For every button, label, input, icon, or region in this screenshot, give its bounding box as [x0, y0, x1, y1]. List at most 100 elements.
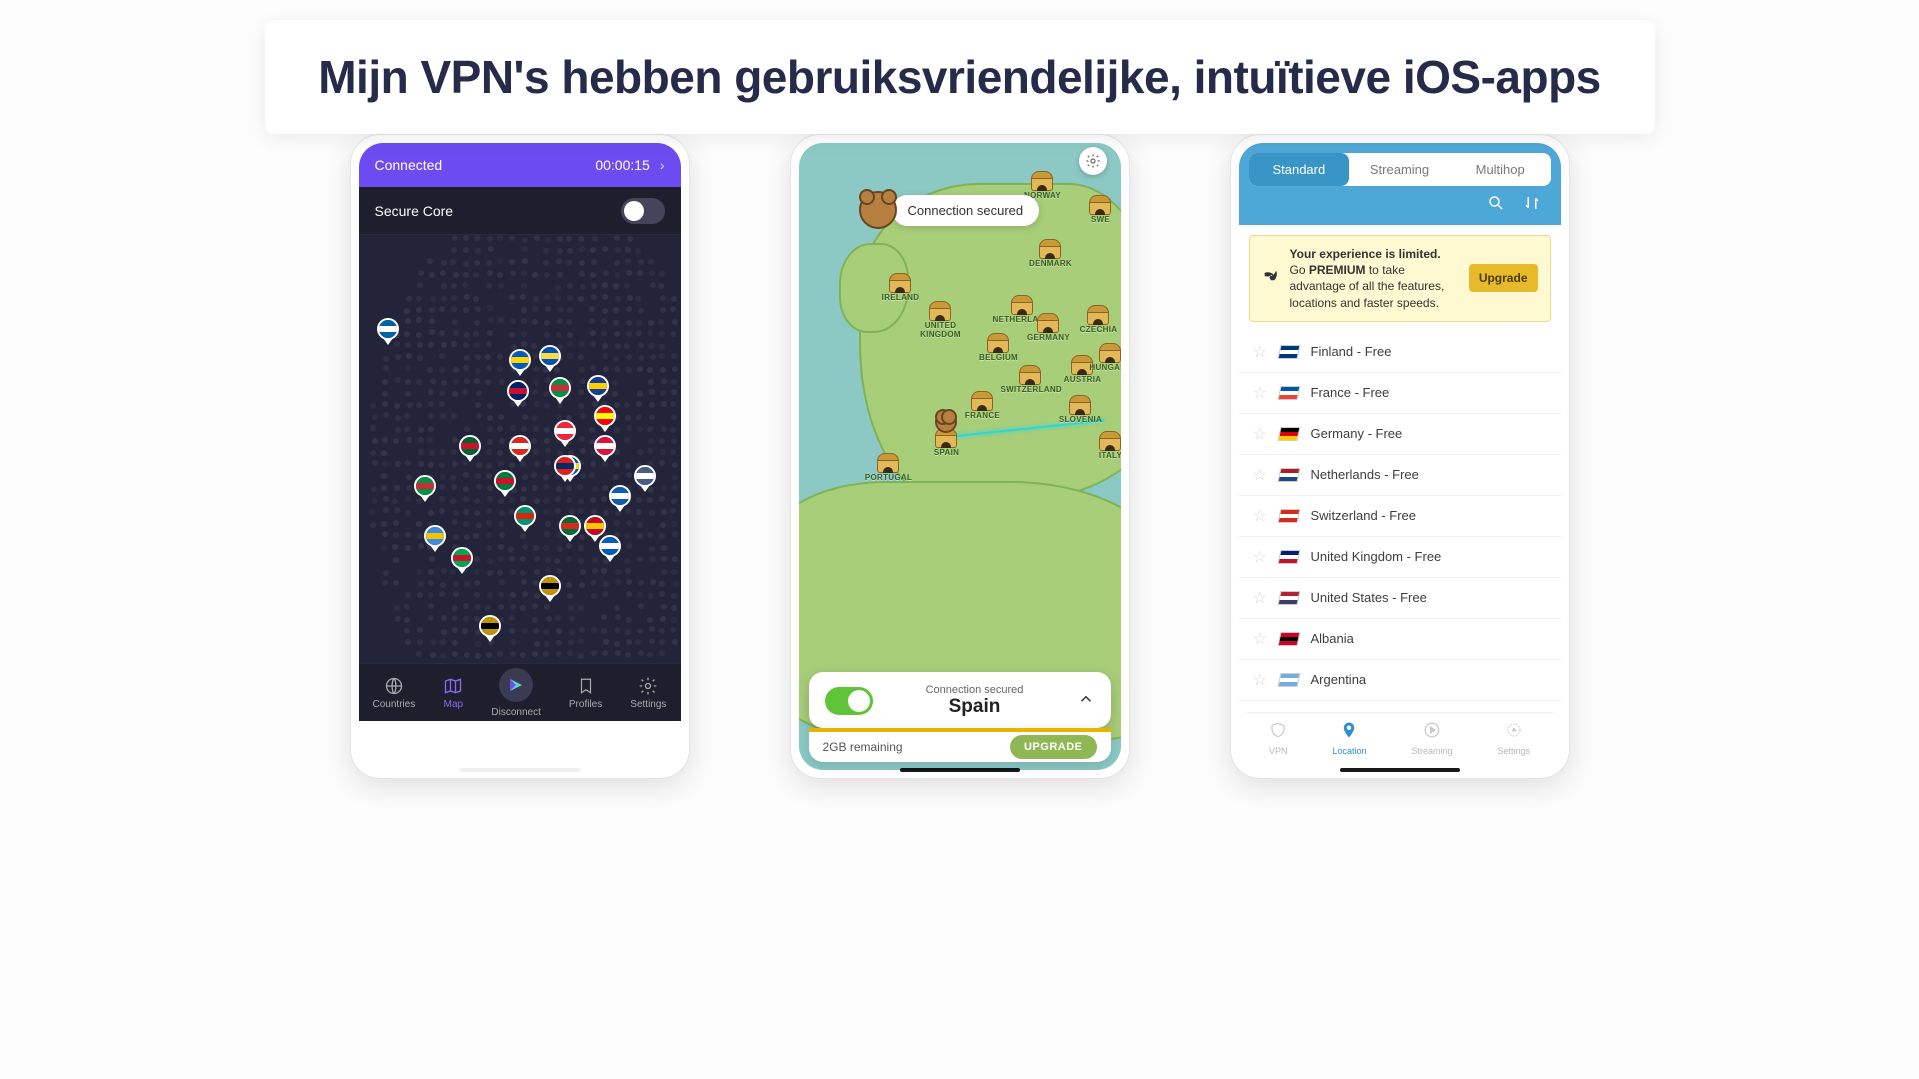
country-pin[interactable] [559, 515, 581, 543]
tunnel-portugal[interactable] [877, 453, 899, 471]
country-pin[interactable] [554, 420, 576, 448]
favorite-star-icon[interactable]: ☆ [1253, 424, 1267, 444]
connection-toggle[interactable] [825, 687, 873, 715]
nav-location[interactable]: Location [1332, 721, 1366, 756]
country-pin[interactable] [594, 405, 616, 433]
country-pin[interactable] [451, 547, 473, 575]
tunnel-hun[interactable] [1099, 343, 1121, 361]
tunnel-slovenia[interactable] [1069, 395, 1091, 413]
home-indicator [900, 768, 1020, 772]
search-icon[interactable] [1487, 194, 1505, 217]
country-pin[interactable] [539, 345, 561, 373]
country-pin[interactable] [459, 435, 481, 463]
tunnel-uk[interactable] [929, 301, 951, 319]
country-pin[interactable] [479, 615, 501, 643]
list-item[interactable]: ☆Finland - Free [1239, 332, 1561, 373]
country-pin[interactable] [599, 535, 621, 563]
tunnel-norway[interactable] [1031, 171, 1053, 189]
country-pin[interactable] [634, 465, 656, 493]
favorite-star-icon[interactable]: ☆ [1253, 547, 1267, 567]
tab-multihop[interactable]: Multihop [1450, 153, 1551, 186]
nav-streaming[interactable]: Streaming [1411, 721, 1452, 756]
country-pin[interactable] [514, 505, 536, 533]
tab-standard[interactable]: Standard [1249, 153, 1350, 186]
nav-profiles-label: Profiles [569, 699, 602, 710]
rocket-icon [1262, 267, 1280, 290]
page-title: Mijn VPN's hebben gebruiksvriendelijke, … [305, 50, 1615, 104]
secure-core-toggle[interactable] [621, 198, 665, 224]
country-pin[interactable] [554, 455, 576, 483]
country-pin[interactable] [609, 485, 631, 513]
country-name-label: Netherlands - Free [1311, 467, 1419, 482]
favorite-star-icon[interactable]: ☆ [1253, 465, 1267, 485]
favorite-star-icon[interactable]: ☆ [1253, 506, 1267, 526]
nav-vpn[interactable]: VPN [1269, 721, 1288, 756]
favorite-star-icon[interactable]: ☆ [1253, 670, 1267, 690]
country-pin[interactable] [509, 349, 531, 377]
map-label-spain: SPAIN [917, 448, 977, 457]
country-pin[interactable] [414, 475, 436, 503]
sort-icon[interactable] [1523, 194, 1541, 217]
nav-settings[interactable]: Settings [1497, 721, 1530, 756]
proton-bottom-nav: Countries Map Disconnect [359, 663, 681, 721]
country-pin[interactable] [494, 470, 516, 498]
connected-bar[interactable]: Connected 00:00:15 › [359, 143, 681, 187]
country-pin[interactable] [509, 435, 531, 463]
secure-core-row[interactable]: Secure Core [359, 187, 681, 235]
nav-disconnect[interactable]: Disconnect [491, 668, 540, 718]
favorite-star-icon[interactable]: ☆ [1253, 342, 1267, 362]
country-pin[interactable] [377, 318, 399, 346]
nav-profiles[interactable]: Profiles [569, 676, 602, 710]
hideme-header: Standard Streaming Multihop [1239, 143, 1561, 225]
country-pin[interactable] [507, 380, 529, 408]
list-item[interactable]: ☆ Netherlands - Free [1239, 455, 1561, 496]
tunnel-italy[interactable] [1099, 431, 1121, 449]
tunnel-swe[interactable] [1089, 195, 1111, 213]
proton-map[interactable] [359, 235, 681, 663]
country-pin[interactable] [539, 575, 561, 603]
nav-map-label: Map [444, 699, 463, 710]
promo-upgrade-button[interactable]: Upgrade [1469, 264, 1538, 292]
list-item[interactable]: ☆United States - Free [1239, 578, 1561, 619]
favorite-star-icon[interactable]: ☆ [1253, 383, 1267, 403]
phone-hideme: Standard Streaming Multihop [1230, 134, 1570, 779]
country-pin[interactable] [594, 435, 616, 463]
favorite-star-icon[interactable]: ☆ [1253, 629, 1267, 649]
tab-streaming[interactable]: Streaming [1349, 153, 1450, 186]
map-label-belgium: BELGIUM [969, 353, 1029, 362]
map-label-swe: SWE [1071, 215, 1121, 224]
flag-icon [1277, 386, 1300, 400]
connected-label: Connected [375, 157, 443, 173]
tunnel-france[interactable] [971, 391, 993, 409]
country-pin[interactable] [587, 375, 609, 403]
list-item[interactable]: ☆Albania [1239, 619, 1561, 660]
nav-countries[interactable]: Countries [373, 676, 416, 710]
upgrade-button[interactable]: UPGRADE [1010, 735, 1097, 759]
country-pin[interactable] [549, 377, 571, 405]
tunnel-czech[interactable] [1087, 305, 1109, 323]
connection-card[interactable]: Connection secured Spain [809, 672, 1111, 728]
map-icon [443, 676, 463, 696]
list-item[interactable]: ☆Argentina [1239, 660, 1561, 701]
shield-icon [1269, 721, 1287, 744]
list-item[interactable]: ☆United Kingdom - Free [1239, 537, 1561, 578]
bookmark-icon [576, 676, 596, 696]
settings-gear-button[interactable] [1079, 147, 1107, 175]
nav-settings[interactable]: Settings [630, 676, 666, 710]
tunnel-germany[interactable] [1037, 313, 1059, 331]
favorite-star-icon[interactable]: ☆ [1253, 588, 1267, 608]
tunnel-ireland[interactable] [889, 273, 911, 291]
tunnel-netherl[interactable] [1011, 295, 1033, 313]
tunnel-den[interactable] [1039, 239, 1061, 257]
list-item[interactable]: ☆Switzerland - Free [1239, 496, 1561, 537]
tunnel-swiss[interactable] [1019, 365, 1041, 383]
flag-icon [1277, 468, 1300, 482]
country-pin[interactable] [424, 525, 446, 553]
list-item[interactable]: ☆Germany - Free [1239, 414, 1561, 455]
tunnel-belgium[interactable] [987, 333, 1009, 351]
bear-status-bubble: Connection secured [859, 191, 1040, 229]
nav-countries-label: Countries [373, 699, 416, 710]
phones-row: Connected 00:00:15 › Secure Core [50, 134, 1869, 779]
list-item[interactable]: ☆France - Free [1239, 373, 1561, 414]
nav-map[interactable]: Map [443, 676, 463, 710]
